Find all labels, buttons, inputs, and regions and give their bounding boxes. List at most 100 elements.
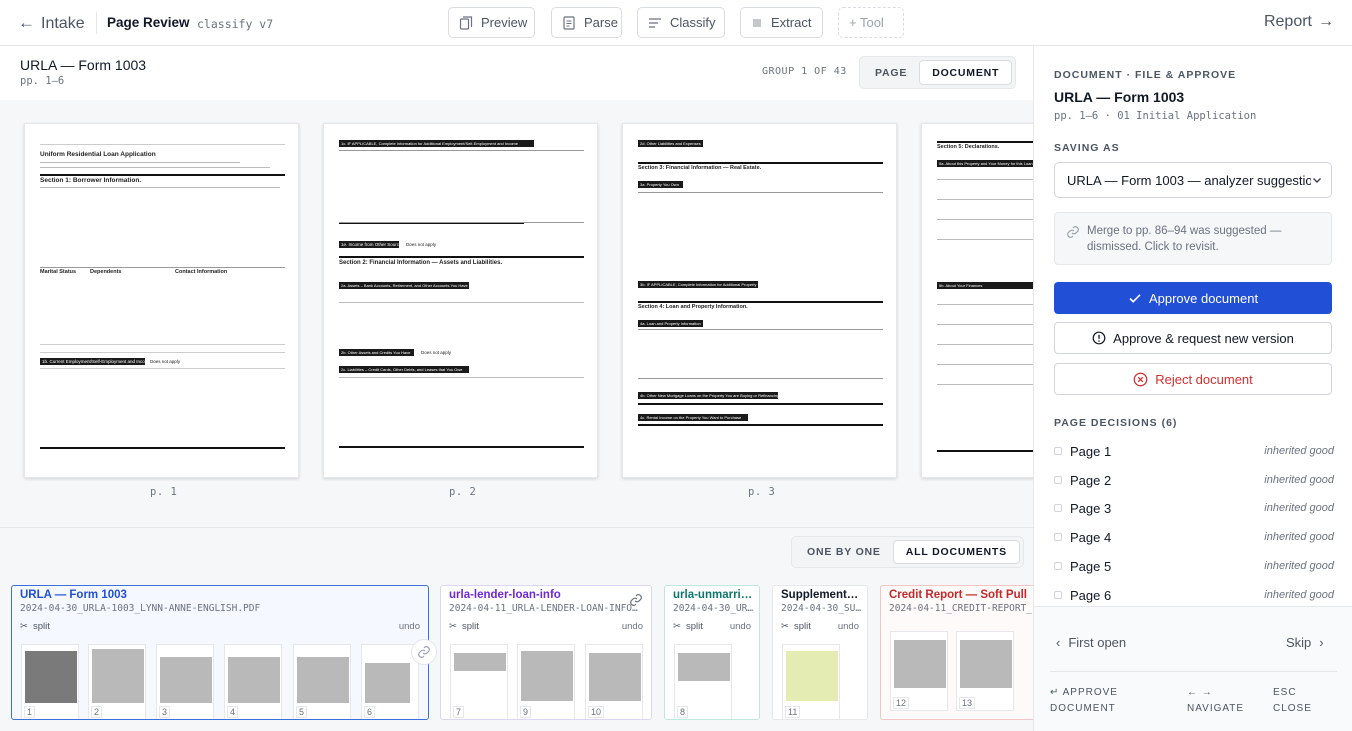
thumb-content [365,663,410,703]
undo-button[interactable]: undo [730,621,751,632]
page-thumb[interactable]: 8 [674,644,732,719]
decision-checkbox[interactable] [1054,533,1062,541]
document-card-urla[interactable]: URLA — Form 1003 2024-04-30_URLA-1003_LY… [11,585,429,720]
split-label: split [32,621,50,632]
split-button[interactable]: ✂ split [673,621,703,632]
undo-button[interactable]: undo [399,621,420,632]
document-card-lender-loan-info[interactable]: urla-lender-loan-info 2024-04-11_URLA-LE… [440,585,652,720]
doc-card-filename: 2024-04-11_URLA-LENDER-LOAN-INFO… [449,603,638,614]
merge-link-button[interactable] [411,639,437,665]
add-tool-button[interactable]: + Tool [838,7,904,38]
page-thumb[interactable]: 13 [956,631,1014,711]
thumb-content [297,657,349,703]
document-page-range: pp. 1–6 [20,75,65,87]
saving-as-select[interactable]: URLA — Form 1003 — analyzer suggestion [1054,162,1332,198]
decision-checkbox[interactable] [1054,504,1062,512]
decision-status: inherited good [1264,560,1334,572]
page-thumbnail-2[interactable]: 1c. IF APPLICABLE, Complete Information … [323,123,598,478]
reject-document-button[interactable]: Reject document [1054,363,1332,395]
all-documents-button[interactable]: ALL DOCUMENTS [892,540,1020,564]
form-rule [638,403,883,405]
back-to-intake-link[interactable]: ← Intake [18,13,85,33]
group-counter: GROUP 1 OF 43 [762,66,847,77]
page-thumbnail-1[interactable]: Uniform Residential Loan Application Sec… [24,123,299,478]
report-link[interactable]: Report → [1264,13,1334,31]
page-thumb[interactable]: 1 [21,644,79,719]
undo-button[interactable]: undo [622,621,643,632]
undo-button[interactable]: undo [838,621,859,632]
page-thumb[interactable]: 6 [361,644,419,719]
page-decision-row[interactable]: Page 3 inherited good [1054,498,1334,518]
merge-suggestion-note[interactable]: Merge to pp. 86–94 was suggested — dismi… [1054,212,1332,265]
one-by-one-button[interactable]: ONE BY ONE [795,540,893,564]
page-thumb[interactable]: 2 [88,644,146,719]
split-button[interactable]: ✂ split [781,621,811,632]
shortcut-navigate: ← → NAVIGATE [1187,685,1244,717]
decision-status: inherited good [1264,589,1334,601]
page-thumb[interactable]: 10 [585,644,643,719]
skip-button[interactable]: Skip › [1286,635,1324,650]
form-section-bar-label: 3a. Property You Own [640,182,679,187]
form-section-bar-label: 2c. Liabilities – Credit Cards, Other De… [341,367,463,372]
decision-checkbox[interactable] [1054,476,1062,484]
form-rule [40,167,270,168]
arrow-right-icon: → [1318,13,1334,30]
form-title: Uniform Residential Loan Application [40,151,156,158]
check-icon [1129,294,1141,303]
page-decision-row[interactable]: Page 6 inherited good [1054,585,1334,605]
page-thumbnail-4[interactable]: Section 5: Declarations. 5a. About this … [921,123,1041,478]
form-rule [638,424,883,426]
approve-document-button[interactable]: Approve document [1054,282,1332,314]
shortcut-action: NAVIGATE [1187,703,1245,714]
chevron-down-icon [1311,174,1323,186]
preview-icon [459,15,473,30]
form-rule [937,219,1037,220]
page-number: 12 [893,697,910,709]
page-decision-row[interactable]: Page 4 inherited good [1054,527,1334,547]
first-open-button[interactable]: ‹ First open [1056,635,1126,650]
view-page-button[interactable]: PAGE [863,60,919,85]
shortcut-approve: ↵ APPROVE DOCUMENT [1050,685,1118,717]
form-rule [40,187,280,188]
preview-tool-button[interactable]: Preview [448,7,535,38]
page-decision-row[interactable]: Page 5 inherited good [1054,556,1334,576]
page-decision-row[interactable]: Page 1 inherited good [1054,441,1334,461]
approve-request-new-version-button[interactable]: Approve & request new version [1054,322,1332,354]
form-section: Section 1: Borrower Information. [40,177,142,184]
document-card-unmarried[interactable]: urla-unmarri… 2024-04-30_UR… ✂ split undo… [664,585,760,720]
page-thumb[interactable]: 7 [450,644,508,719]
tool-label: Preview [481,15,528,30]
doc-card-title: urla-unmarri… [673,589,753,601]
page-thumb[interactable]: 3 [156,644,214,719]
document-card-credit-report[interactable]: Credit Report — Soft Pull 2024-04-11_CRE… [880,585,1040,720]
scissors-icon: ✂ [781,621,789,632]
decision-checkbox[interactable] [1054,562,1062,570]
decision-checkbox[interactable] [1054,591,1062,599]
form-rule [40,144,285,145]
page-thumbnail-3[interactable]: 2d. Other Liabilities and Expenses Secti… [622,123,897,478]
form-rule [937,304,1037,305]
form-section-bar-label: 3b. IF APPLICABLE, Complete Information … [640,282,757,287]
form-section-bar-label: 4c. Rental Income on the Property You Wa… [640,415,742,420]
classify-tool-button[interactable]: Classify [637,7,725,38]
form-rule [638,301,883,303]
page-label: p. 2 [449,486,477,498]
form-rule [40,352,285,353]
page-thumb[interactable]: 4 [224,644,282,719]
split-button[interactable]: ✂ split [449,621,479,632]
extract-tool-button[interactable]: Extract [740,7,823,38]
form-field: Dependents [90,269,122,275]
page-thumb[interactable]: 9 [517,644,575,719]
split-button[interactable]: ✂ split [20,621,50,632]
view-document-button[interactable]: DOCUMENT [919,60,1013,85]
page-thumb[interactable]: 11 [782,644,840,719]
page-decision-row[interactable]: Page 2 inherited good [1054,470,1334,490]
page-thumb[interactable]: 12 [890,631,948,711]
page-thumb[interactable]: 5 [293,644,351,719]
decision-checkbox[interactable] [1054,447,1062,455]
page-label: p. 1 [150,486,178,498]
form-rule [638,378,883,379]
document-card-supplement[interactable]: Supplement… 2024-04-30_SU… ✂ split undo 1… [772,585,868,720]
parse-tool-button[interactable]: Parse [551,7,622,38]
link-icon [630,594,642,606]
